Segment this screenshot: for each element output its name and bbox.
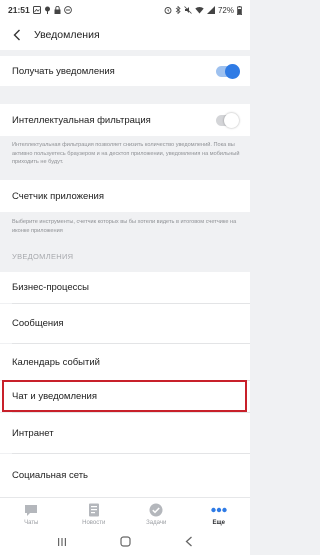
page-title: Уведомления [34, 29, 100, 41]
list-item-chat-notifications[interactable]: Чат и уведомления [0, 381, 250, 412]
list-item-social-network[interactable]: Социальная сеть [0, 454, 250, 497]
alarm-icon [164, 6, 172, 14]
list-item-label: Календарь событий [12, 356, 100, 368]
receive-notifications-toggle[interactable] [216, 63, 240, 79]
home-button[interactable] [120, 534, 132, 552]
signal-icon [206, 6, 215, 14]
tab-chats[interactable]: Чаты [0, 498, 63, 531]
more-icon [211, 503, 227, 517]
smart-filter-toggle[interactable] [216, 112, 239, 128]
smart-filter-label: Интеллектуальная фильтрация [12, 114, 151, 126]
battery-percent: 72% [217, 5, 234, 15]
app-counter-description: Выберите инструменты, счетчик которых вы… [12, 219, 237, 234]
check-icon [148, 503, 164, 517]
tab-label: Задачи [146, 520, 167, 526]
status-bar: 21:51 72% [0, 0, 250, 20]
back-system-button[interactable] [185, 534, 193, 552]
app-counter-label: Счетчик приложения [12, 190, 104, 202]
notifications-section-header: УВЕДОМЛЕНИЯ [12, 252, 74, 261]
tab-label: Чаты [24, 520, 39, 526]
back-button[interactable] [10, 28, 24, 42]
bluetooth-icon [175, 6, 181, 14]
recent-apps-button[interactable] [57, 534, 67, 552]
smart-filter-description: Интеллектуальная фильтрация позволяет сн… [12, 142, 240, 165]
wifi-icon [195, 6, 204, 14]
chat-icon [23, 503, 39, 517]
list-item-label: Чат и уведомления [12, 391, 97, 402]
receive-notifications-label: Получать уведомления [12, 65, 115, 77]
tab-tasks[interactable]: Задачи [125, 498, 188, 531]
list-item-label: Бизнес-процессы [12, 282, 89, 293]
list-item-business-processes[interactable]: Бизнес-процессы [0, 272, 250, 303]
tab-label: Еще [212, 520, 225, 526]
news-icon [86, 503, 102, 517]
app-header: Уведомления [0, 20, 250, 50]
app-counter-row[interactable]: Счетчик приложения [0, 180, 250, 212]
status-time: 21:51 [8, 5, 30, 15]
list-item-messages[interactable]: Сообщения [0, 304, 250, 343]
receive-notifications-row[interactable]: Получать уведомления [0, 56, 250, 86]
list-item-label: Социальная сеть [12, 470, 88, 481]
list-item-label: Интранет [12, 427, 54, 439]
image-notification-icon [32, 6, 41, 14]
battery-icon [237, 5, 242, 15]
system-navigation-bar [0, 531, 250, 555]
tab-label: Новости [82, 520, 106, 526]
minus-circle-notification-icon [63, 6, 72, 14]
mute-icon [184, 6, 192, 14]
list-item-label: Сообщения [12, 318, 64, 329]
list-item-calendar[interactable]: Календарь событий [0, 344, 250, 380]
home-icon [120, 536, 132, 547]
back-arrow-icon [185, 536, 193, 547]
chevron-left-icon [13, 29, 20, 41]
tab-more[interactable]: Еще [188, 498, 251, 531]
bottom-tab-bar: Чаты Новости Задачи Еще [0, 497, 250, 531]
list-item-intranet[interactable]: Интранет [0, 413, 250, 453]
tab-news[interactable]: Новости [63, 498, 126, 531]
pin-notification-icon [44, 6, 51, 14]
lock-notification-icon [54, 6, 61, 14]
recent-apps-icon [57, 538, 66, 546]
smart-filter-row[interactable]: Интеллектуальная фильтрация [0, 104, 250, 136]
